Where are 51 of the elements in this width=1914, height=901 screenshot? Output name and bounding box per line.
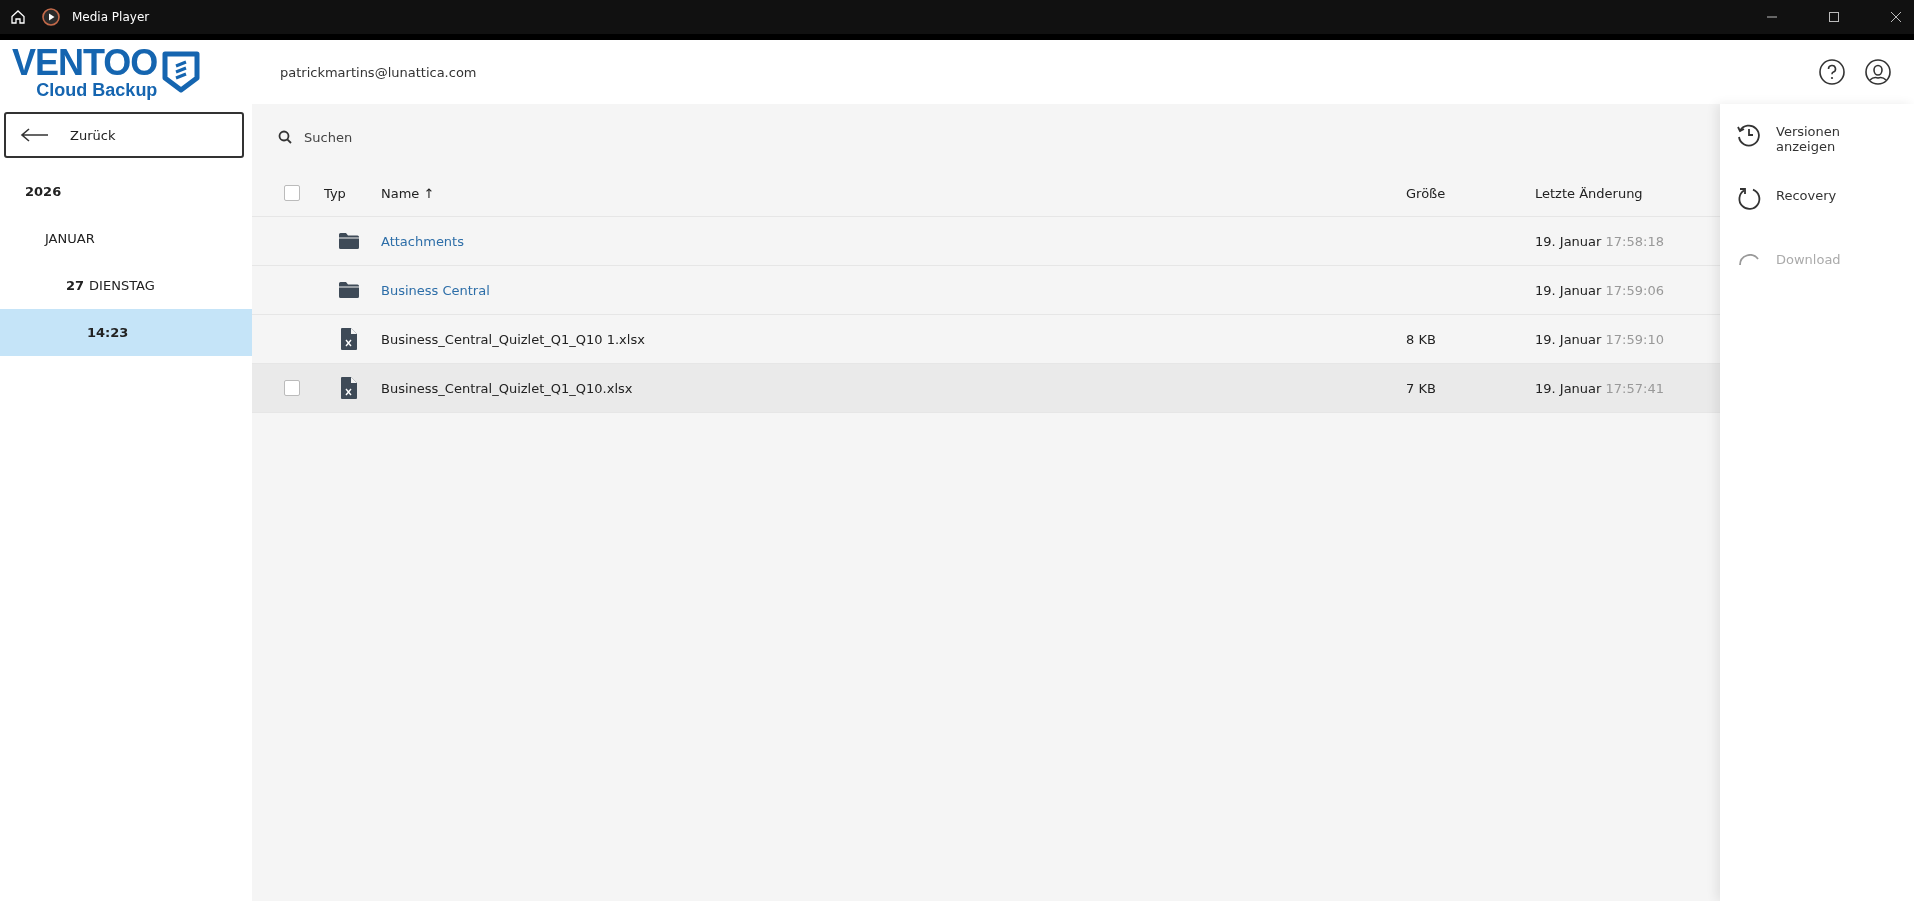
column-header[interactable]: Typ	[316, 185, 381, 201]
spreadsheet-file-icon	[340, 377, 357, 399]
modified-date: 19. Januar	[1535, 331, 1602, 347]
user-icon[interactable]	[1864, 58, 1892, 86]
file-size: 8 KB	[1406, 331, 1436, 347]
modified-time: 17:58:18	[1605, 233, 1664, 249]
tree-item[interactable]: 27 DIENSTAG	[0, 262, 252, 309]
modified-date: 19. Januar	[1535, 282, 1602, 298]
shield-logo-icon	[161, 50, 202, 94]
table-row[interactable]: Attachments 19. Januar 17:58:18	[252, 217, 1720, 266]
modified-date: 19. Januar	[1535, 233, 1602, 249]
account-email: patrickmartins@lunattica.com	[280, 64, 477, 80]
file-name[interactable]: Business Central	[381, 282, 1406, 298]
modified-date: 19. Januar	[1535, 380, 1602, 396]
help-icon[interactable]	[1818, 58, 1846, 86]
spinner-icon	[1739, 254, 1759, 266]
file-name: Business_Central_Quizlet_Q1_Q10 1.xlsx	[381, 331, 646, 347]
window-title: Media Player	[72, 10, 150, 24]
row-checkbox[interactable]	[284, 380, 300, 396]
tree-item[interactable]: 2026	[0, 168, 252, 215]
column-header[interactable]: Name ↑	[381, 185, 1406, 201]
tree-item[interactable]: 14:23	[0, 309, 252, 356]
file-size: 7 KB	[1406, 380, 1436, 396]
home-icon[interactable]	[10, 9, 26, 25]
select-all-checkbox[interactable]	[284, 185, 300, 201]
folder-icon	[338, 282, 359, 298]
modified-time: 17:57:41	[1605, 380, 1664, 396]
search-icon	[278, 130, 292, 144]
folder-icon	[338, 233, 359, 249]
tree-item[interactable]: JANUAR	[0, 215, 252, 262]
table-row[interactable]: Business_Central_Quizlet_Q1_Q10.xlsx 7 KB 19. Januar 17:57:41	[252, 364, 1720, 413]
search-field[interactable]: Suchen	[302, 128, 606, 146]
refresh-icon	[1736, 186, 1762, 212]
play-icon	[42, 8, 60, 26]
back-button[interactable]: Zurück	[4, 112, 244, 158]
column-header[interactable]: Größe	[1406, 185, 1535, 201]
history-icon	[1736, 122, 1762, 148]
logo-subtitle: Cloud Backup	[36, 81, 158, 99]
arrow-left-icon	[20, 127, 50, 143]
action-button[interactable]: Versionen anzeigen	[1720, 116, 1914, 180]
maximize-icon[interactable]	[1828, 11, 1840, 23]
spreadsheet-file-icon	[340, 328, 357, 350]
file-name[interactable]: Attachments	[381, 233, 1406, 249]
modified-time: 17:59:06	[1605, 282, 1664, 298]
logo-wordmark: VENTOO	[12, 45, 158, 81]
table-row[interactable]: Business Central 19. Januar 17:59:06	[252, 266, 1720, 315]
column-header[interactable]: Letzte Änderung	[1535, 185, 1720, 201]
close-icon[interactable]	[1890, 11, 1902, 23]
modified-time: 17:59:10	[1605, 331, 1664, 347]
action-button[interactable]: Recovery	[1720, 180, 1914, 244]
file-name: Business_Central_Quizlet_Q1_Q10.xlsx	[381, 380, 634, 396]
